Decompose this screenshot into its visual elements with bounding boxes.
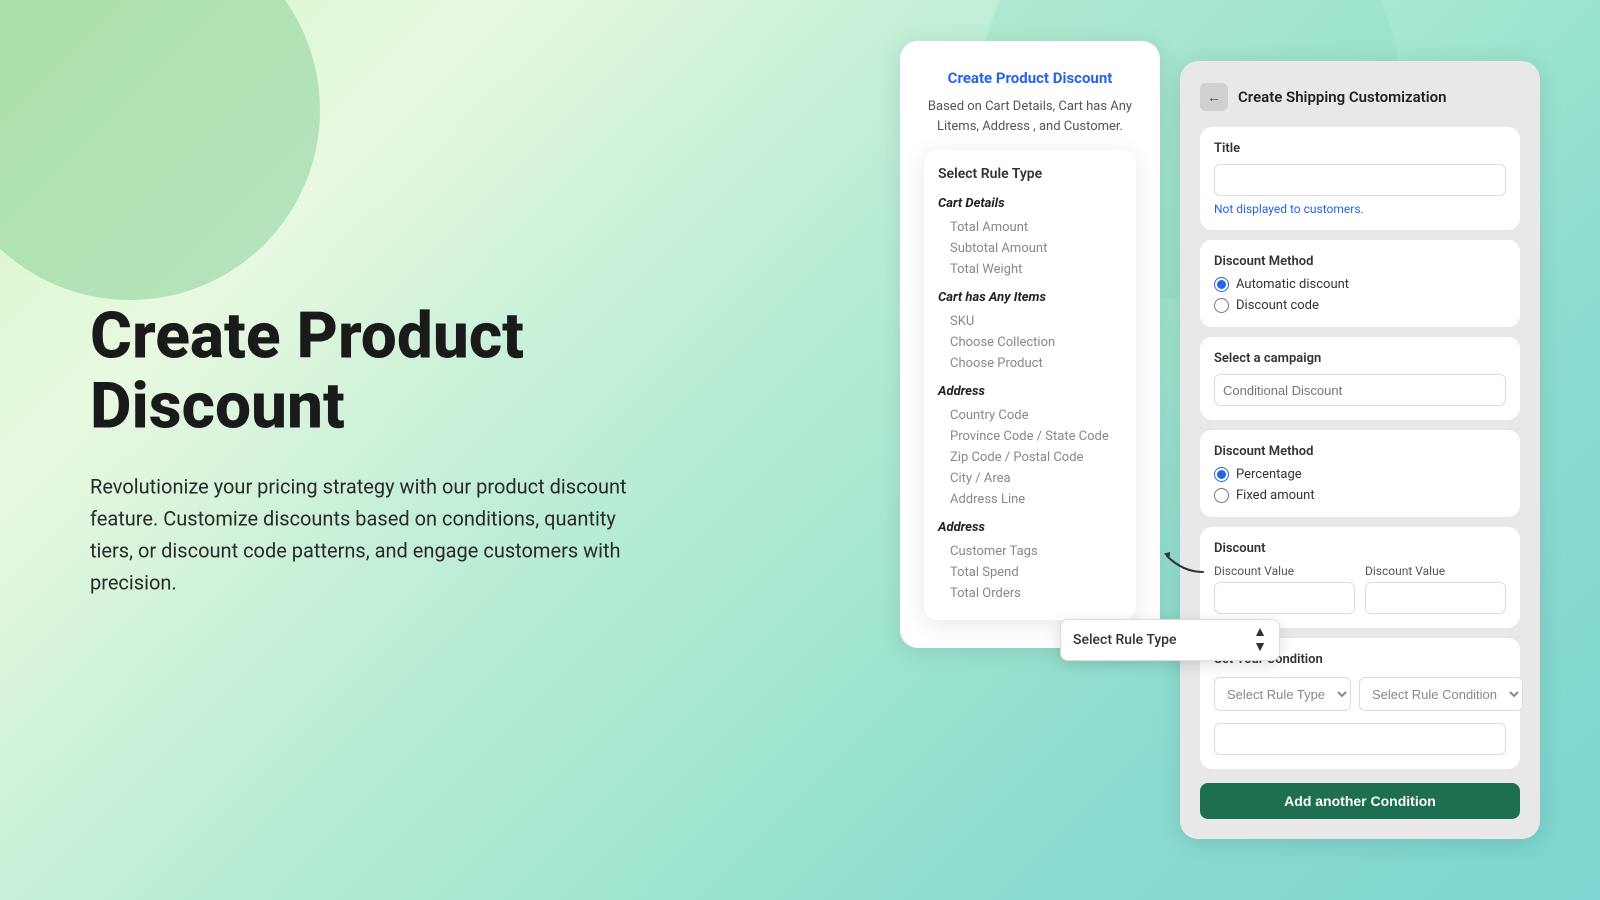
menu-total-weight[interactable]: Total Weight: [938, 259, 1122, 280]
discount-method-1-group: Automatic discount Discount code: [1214, 277, 1506, 313]
category-cart-details: Cart Details: [938, 196, 1122, 211]
discount-method-1-label: Discount Method: [1214, 254, 1506, 269]
radio-fixed-amount-label: Fixed amount: [1236, 488, 1315, 503]
menu-choose-product[interactable]: Choose Product: [938, 353, 1122, 374]
menu-total-amount[interactable]: Total Amount: [938, 217, 1122, 238]
discount-method-2-section: Discount Method Percentage Fixed amount: [1200, 430, 1520, 517]
discount-field-2-label: Discount Value: [1365, 564, 1506, 578]
discount-value-1-input[interactable]: [1214, 582, 1355, 614]
radio-fixed-amount-input[interactable]: [1214, 488, 1229, 503]
radio-automatic-input[interactable]: [1214, 277, 1229, 292]
not-displayed-text: Not displayed to customers.: [1214, 202, 1506, 216]
page-heading: Create Product Discount: [90, 302, 650, 443]
radio-discount-code-label: Discount code: [1236, 298, 1319, 313]
discount-label: Discount: [1214, 541, 1506, 556]
cards-container: Create Product Discount Based on Cart De…: [900, 61, 1540, 839]
menu-city-area[interactable]: City / Area: [938, 468, 1122, 489]
campaign-input[interactable]: [1214, 374, 1506, 406]
dropdown-arrows: ▲ ▼: [1253, 625, 1267, 656]
category-address: Address: [938, 384, 1122, 399]
menu-total-spend[interactable]: Total Spend: [938, 562, 1122, 583]
menu-subtotal-amount[interactable]: Subtotal Amount: [938, 238, 1122, 259]
condition-section: Set Your Condition Select Rule Type Sele…: [1200, 638, 1520, 769]
radio-automatic-label: Automatic discount: [1236, 277, 1349, 292]
discount-section: Discount Discount Value Discount Value: [1200, 527, 1520, 628]
radio-fixed-amount[interactable]: Fixed amount: [1214, 488, 1506, 503]
radio-automatic[interactable]: Automatic discount: [1214, 277, 1506, 292]
radio-percentage-input[interactable]: [1214, 467, 1229, 482]
add-condition-button[interactable]: Add another Condition: [1200, 783, 1520, 819]
arrow-up: ▲: [1253, 625, 1267, 640]
radio-discount-code[interactable]: Discount code: [1214, 298, 1506, 313]
menu-choose-collection[interactable]: Choose Collection: [938, 332, 1122, 353]
menu-country-code[interactable]: Country Code: [938, 405, 1122, 426]
menu-customer-tags[interactable]: Customer Tags: [938, 541, 1122, 562]
discount-field-1: Discount Value: [1214, 564, 1355, 614]
radio-percentage[interactable]: Percentage: [1214, 467, 1506, 482]
rule-type-select[interactable]: Select Rule Type: [1214, 677, 1351, 711]
menu-province-code[interactable]: Province Code / State Code: [938, 426, 1122, 447]
campaign-section: Select a campaign: [1200, 337, 1520, 420]
title-label: Title: [1214, 141, 1506, 156]
shipping-panel: ← Create Shipping Customization Title No…: [1180, 61, 1540, 839]
menu-total-orders[interactable]: Total Orders: [938, 583, 1122, 604]
menu-zip-code[interactable]: Zip Code / Postal Code: [938, 447, 1122, 468]
discount-method-1-section: Discount Method Automatic discount Disco…: [1200, 240, 1520, 327]
back-button[interactable]: ←: [1200, 83, 1228, 111]
discount-method-2-group: Percentage Fixed amount: [1214, 467, 1506, 503]
category-address-2: Address: [938, 520, 1122, 535]
radio-percentage-label: Percentage: [1236, 467, 1302, 482]
left-section: Create Product Discount Revolutionize yo…: [90, 302, 650, 599]
bg-circle-top-left: [0, 0, 320, 300]
back-icon: ←: [1207, 89, 1221, 105]
rule-type-title: Select Rule Type: [938, 166, 1122, 182]
condition-text-input[interactable]: [1214, 723, 1506, 755]
category-cart-items: Cart has Any Items: [938, 290, 1122, 305]
campaign-label: Select a campaign: [1214, 351, 1506, 366]
page-description: Revolutionize your pricing strategy with…: [90, 470, 650, 598]
title-section: Title Not displayed to customers.: [1200, 127, 1520, 230]
panel-header: ← Create Shipping Customization: [1200, 83, 1520, 111]
discount-field-1-label: Discount Value: [1214, 564, 1355, 578]
rule-type-dropdown-inner: Select Rule Type ▲ ▼: [1061, 625, 1279, 656]
discount-field-2: Discount Value: [1365, 564, 1506, 614]
rule-condition-select[interactable]: Select Rule Condition: [1359, 677, 1523, 711]
rule-type-card: Select Rule Type Cart Details Total Amou…: [924, 150, 1136, 620]
discount-method-2-label: Discount Method: [1214, 444, 1506, 459]
arrow-graphic: [1158, 544, 1208, 584]
condition-row: Select Rule Type Select Rule Condition: [1214, 677, 1506, 711]
rule-type-dropdown[interactable]: Select Rule Type ▲ ▼: [1060, 619, 1280, 661]
arrow-down: ▼: [1253, 640, 1267, 655]
radio-discount-code-input[interactable]: [1214, 298, 1229, 313]
discount-value-2-input[interactable]: [1365, 582, 1506, 614]
panel-title: Create Shipping Customization: [1238, 88, 1446, 106]
title-input[interactable]: [1214, 164, 1506, 196]
product-discount-card: Create Product Discount Based on Cart De…: [900, 41, 1160, 648]
menu-address-line[interactable]: Address Line: [938, 489, 1122, 510]
product-card-desc: Based on Cart Details, Cart has Any Lite…: [924, 97, 1136, 136]
menu-sku[interactable]: SKU: [938, 311, 1122, 332]
rule-type-dropdown-label: Select Rule Type: [1073, 632, 1177, 648]
product-card-title: Create Product Discount: [924, 69, 1136, 87]
discount-row: Discount Value Discount Value: [1214, 564, 1506, 614]
